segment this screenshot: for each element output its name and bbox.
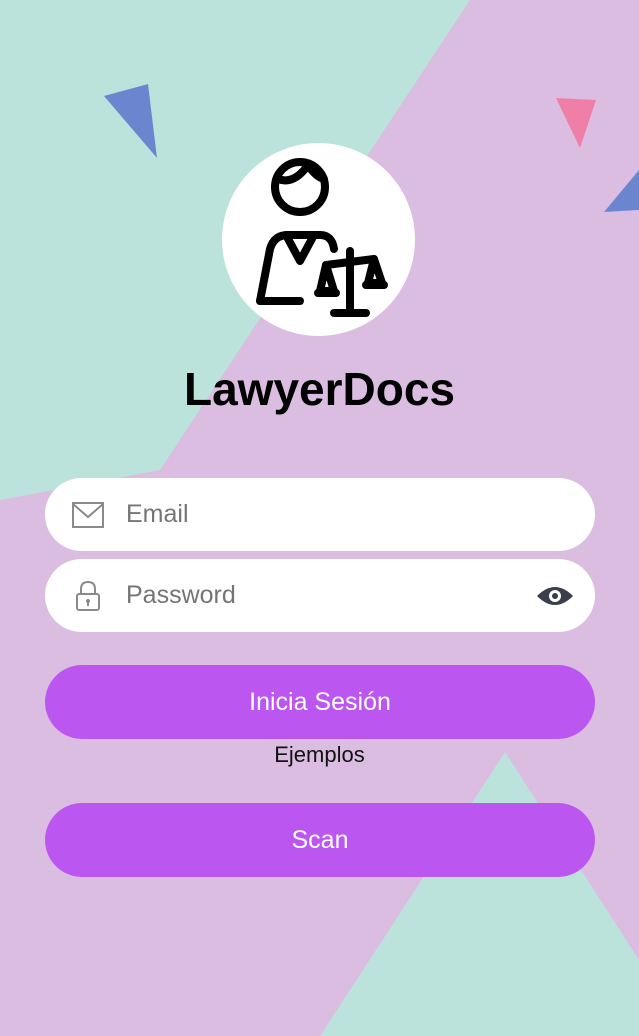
app-title: LawyerDocs <box>183 363 455 415</box>
password-field[interactable] <box>45 559 595 632</box>
app-logo <box>222 143 415 336</box>
email-input[interactable] <box>126 478 506 551</box>
email-field[interactable] <box>45 478 595 551</box>
eye-icon[interactable] <box>535 581 575 611</box>
scan-button[interactable]: Scan <box>45 803 595 877</box>
password-input[interactable] <box>126 559 506 632</box>
lawyer-with-scales-icon <box>256 158 388 317</box>
envelope-icon <box>71 498 105 532</box>
examples-link[interactable]: Ejemplos <box>0 742 639 768</box>
login-button[interactable]: Inicia Sesión <box>45 665 595 739</box>
lock-icon <box>71 579 105 613</box>
